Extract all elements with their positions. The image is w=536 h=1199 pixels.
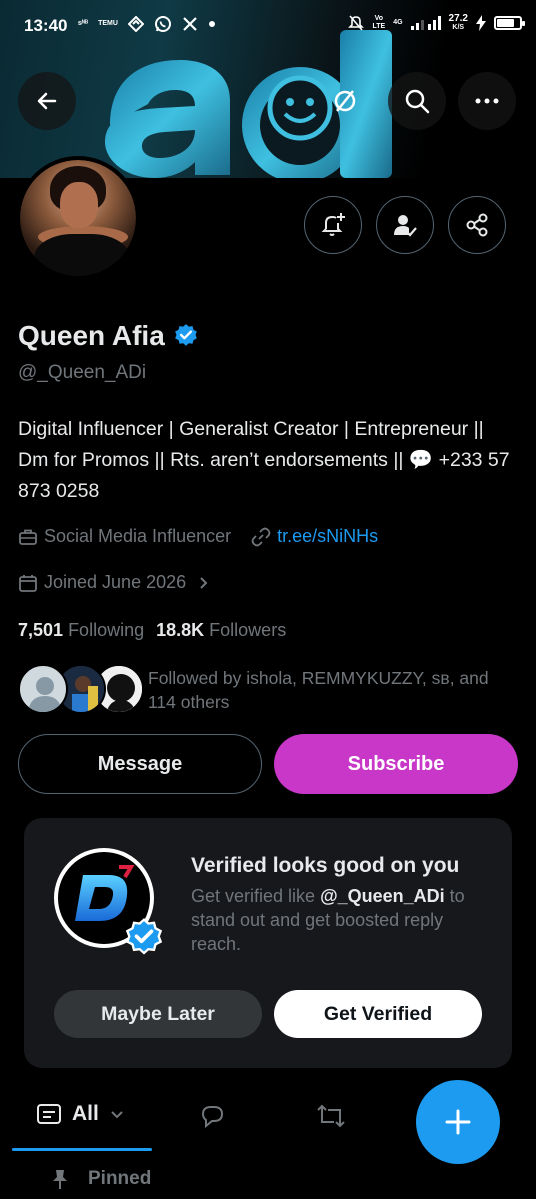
following-button[interactable] [376, 196, 434, 254]
arrow-left-icon [37, 92, 57, 110]
speed-value: 27.2 [448, 13, 468, 24]
search-button[interactable] [388, 72, 446, 130]
chevron-down-icon [111, 1111, 123, 1119]
battery-icon [494, 16, 525, 30]
pin-icon [53, 1170, 67, 1189]
compose-button[interactable] [416, 1080, 500, 1164]
tab-replies[interactable] [198, 1102, 226, 1135]
grok-button[interactable] [316, 72, 374, 130]
get-verified-button[interactable]: Get Verified [274, 990, 482, 1038]
plus-icon [445, 1109, 471, 1135]
mute-icon [348, 15, 365, 31]
bell-plus-icon [321, 213, 345, 236]
follow-stats: 7,501 Following 18.8K Followers [18, 620, 286, 641]
tab-all[interactable]: All [36, 1102, 125, 1126]
share-icon [466, 213, 488, 237]
notifications-button[interactable] [304, 196, 362, 254]
avatar-photo [20, 160, 136, 276]
grok-icon [334, 90, 356, 112]
follower-avatar [18, 664, 68, 714]
sim-icon: ᵴᴺᴮ [78, 20, 89, 27]
link-icon [251, 527, 271, 546]
tab-all-label: All [72, 1102, 99, 1125]
tab-reposts[interactable] [316, 1102, 346, 1135]
status-left-icons: ᵴᴺᴮ TEMU [78, 15, 216, 33]
speed-unit: K/S [452, 24, 465, 31]
search-icon [405, 89, 430, 114]
temu-icon: TEMU [98, 20, 118, 27]
profile-handle: @_Queen_ADi [18, 362, 147, 383]
share-button[interactable] [448, 196, 506, 254]
network-speed: 27.2 K/S [449, 14, 468, 32]
calendar-icon [19, 574, 37, 592]
reply-bubble-icon [201, 1106, 224, 1129]
profile-bio: Digital Influencer | Generalist Creator … [18, 418, 510, 502]
profile-joined: Joined June 2026 [44, 572, 187, 592]
timeline-icon [37, 1104, 61, 1124]
vpn-icon [127, 16, 144, 32]
promo-description: Get verified like @_Queen_ADi to stand o… [191, 886, 465, 954]
battery-fill [497, 19, 514, 27]
status-bar: 13:40 ᵴᴺᴮ TEMU Vo LTE 4G 27.2 K/S [0, 0, 536, 52]
followers-stat[interactable]: 18.8K Followers [156, 620, 286, 641]
meta-row-category: Social Media Influencer tr.ee/sNiNHs [18, 526, 378, 547]
status-right-icons: Vo LTE 4G 27.2 K/S [348, 14, 525, 32]
more-button[interactable] [458, 72, 516, 130]
more-dots-icon [475, 98, 499, 104]
followed-by-text: Followed by ishola, REMMYKUZZY, sʙ, and … [148, 668, 489, 712]
status-time: 13:40 [24, 16, 68, 35]
meta-row-joined[interactable]: Joined June 2026 [18, 572, 212, 593]
repost-icon [317, 1104, 345, 1128]
name-row: Queen Afia [18, 320, 199, 352]
followed-by[interactable]: Followed by ishola, REMMYKUZZY, sʙ, and … [18, 664, 518, 714]
subscribe-button[interactable]: Subscribe [274, 734, 518, 794]
chevron-right-icon [200, 576, 208, 589]
x-icon [183, 17, 197, 31]
back-button[interactable] [18, 72, 76, 130]
profile-category: Social Media Influencer [44, 526, 232, 546]
profile-name: Queen Afia [18, 320, 165, 351]
network-type: 4G [393, 19, 403, 26]
volte-label: Vo LTE [372, 15, 386, 30]
briefcase-icon [19, 529, 37, 545]
verified-badge-icon[interactable] [173, 323, 199, 349]
maybe-later-button[interactable]: Maybe Later [54, 990, 262, 1038]
verified-badge-icon [125, 918, 163, 955]
active-tab-indicator [12, 1148, 152, 1151]
profile-link[interactable]: tr.ee/sNiNHs [277, 526, 378, 547]
message-button[interactable]: Message [18, 734, 262, 794]
verified-promo-card: Verified looks good on you Get verified … [24, 818, 512, 1068]
user-check-icon [394, 215, 417, 237]
signal-icon [410, 16, 441, 30]
following-stat[interactable]: 7,501 Following [18, 620, 144, 641]
pinned-label: Pinned [50, 1168, 151, 1190]
dot-icon [208, 21, 215, 27]
whatsapp-icon [154, 16, 171, 32]
profile-avatar[interactable] [16, 156, 140, 280]
promo-title: Verified looks good on you [191, 854, 460, 877]
charging-icon [476, 15, 486, 31]
